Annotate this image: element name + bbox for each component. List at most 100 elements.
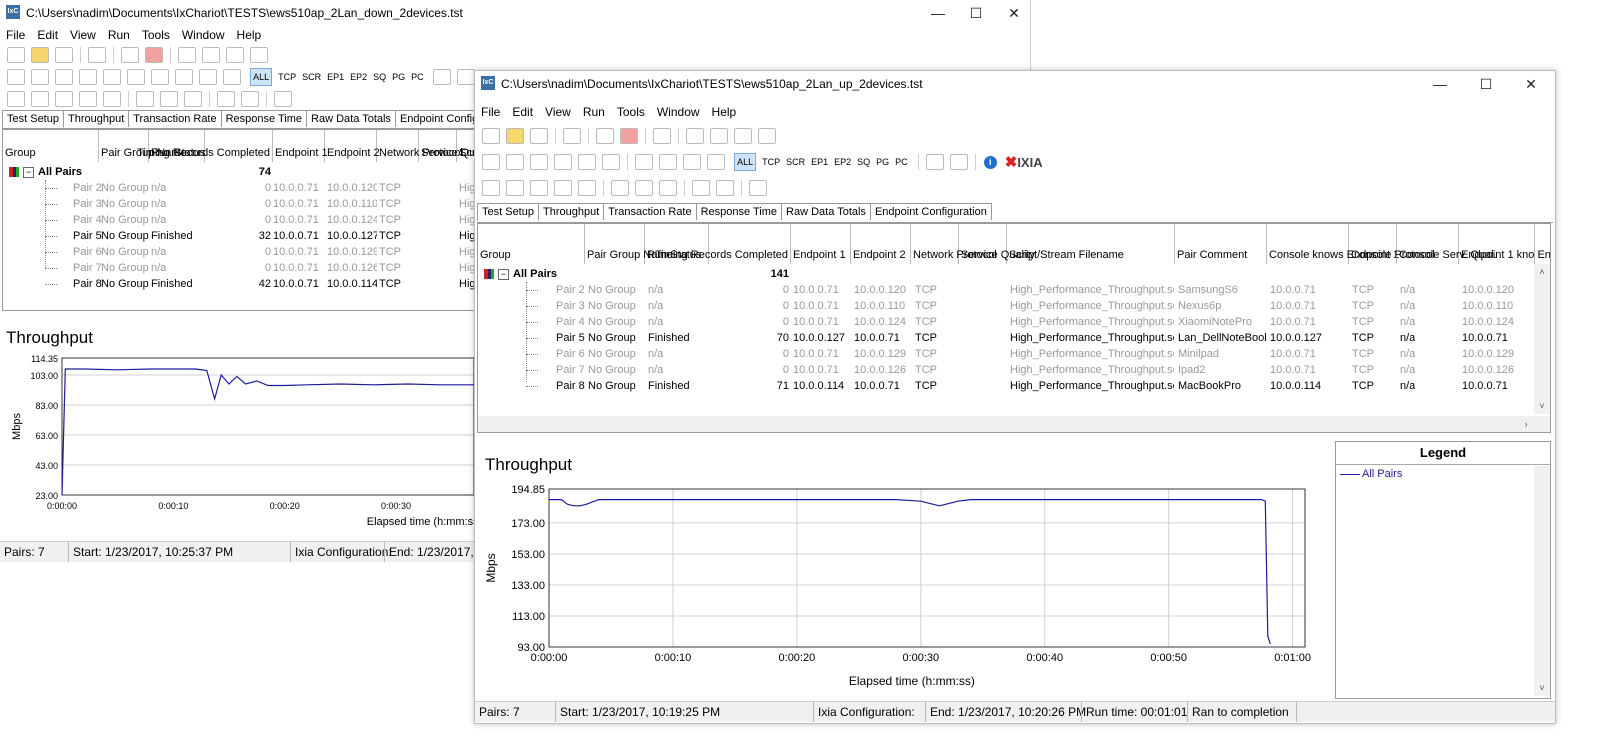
zoom-in-icon[interactable] — [692, 180, 710, 196]
filter-ep2[interactable]: EP2 — [350, 69, 367, 85]
hardware-icon[interactable] — [79, 69, 97, 85]
scroll-down-icon[interactable]: ˅ — [1534, 398, 1550, 414]
menu-window[interactable]: Window — [651, 103, 706, 121]
grid-horizontal-scrollbar[interactable]: › — [478, 416, 1550, 432]
table-row[interactable]: Pair 2 No Group n/a 0 10.0.0.71 10.0.0.120 TCP… — [478, 282, 1534, 298]
scroll-down-icon[interactable]: ˅ — [1534, 680, 1550, 696]
open-icon[interactable] — [31, 47, 49, 63]
filter-icon[interactable] — [199, 69, 217, 85]
run-icon[interactable] — [121, 47, 139, 63]
zoom-out-icon[interactable] — [716, 180, 734, 196]
collapse-icon[interactable] — [635, 180, 653, 196]
refresh-icon[interactable] — [432, 69, 451, 85]
tab-endpoint-configuration[interactable]: Endpoint Configuration — [869, 203, 992, 220]
table-row[interactable]: Pair 6 No Group n/a 0 10.0.0.71 10.0.0.129 TCP… — [478, 346, 1534, 362]
table-row[interactable]: Pair 4 No Group n/a 0 10.0.0.71 10.0.0.124 TCP… — [478, 314, 1534, 330]
col-script-filename[interactable]: Script/Stream Filename — [1007, 224, 1175, 264]
video-icon[interactable] — [602, 154, 620, 170]
chart-icon[interactable] — [578, 180, 596, 196]
scan-icon[interactable] — [175, 69, 193, 85]
table-row[interactable]: Pair 7 No Group n/a 0 10.0.0.71 10.0.0.126 TCP… — [3, 260, 475, 276]
table-row[interactable]: Pair 5 No Group Finished 70 10.0.0.127 10.0.0… — [478, 330, 1534, 346]
export-icon[interactable] — [456, 69, 475, 85]
ungroup-icon[interactable] — [506, 180, 524, 196]
col-pair-group-name[interactable]: Pair Group Name — [585, 224, 673, 264]
swap-icon[interactable] — [55, 91, 73, 107]
col-endpoint-1[interactable]: Endpoint 1 — [791, 224, 851, 264]
filter-ep2[interactable]: EP2 — [834, 154, 851, 170]
filter-sq[interactable]: SQ — [373, 69, 386, 85]
tab-throughput[interactable]: Throughput — [62, 110, 130, 127]
filter-all[interactable]: ALL — [734, 153, 757, 171]
edit-pair-icon[interactable] — [530, 154, 548, 170]
filter-pc[interactable]: PC — [411, 69, 424, 85]
col-endpoint-2[interactable]: Endpoint 2 — [851, 224, 911, 264]
filter-all[interactable]: ALL — [250, 68, 273, 86]
menu-view[interactable]: View — [64, 26, 102, 44]
menu-file[interactable]: File — [0, 26, 31, 44]
tab-transaction-rate[interactable]: Transaction Rate — [128, 110, 222, 127]
expand-icon[interactable] — [611, 180, 629, 196]
table-row[interactable]: Pair 4 No Group n/a 0 10.0.0.71 10.0.0.124 TCP… — [3, 212, 475, 228]
menu-help[interactable]: Help — [706, 103, 743, 121]
menu-run[interactable]: Run — [102, 26, 136, 44]
table-row[interactable]: Pair 3 No Group n/a 0 10.0.0.71 10.0.0.110 TCP… — [478, 298, 1534, 314]
tab-test-setup[interactable]: Test Setup — [477, 203, 539, 221]
table-row[interactable]: Pair 3 No Group n/a 0 10.0.0.71 10.0.0.110 TCP… — [3, 196, 475, 212]
col-timing-records[interactable]: Timing Records Completed — [655, 224, 791, 264]
print-icon[interactable] — [563, 128, 581, 144]
table-row[interactable]: Pair 8 No Group Finished 71 10.0.0.114 10.0.0… — [478, 378, 1534, 394]
report-icon[interactable] — [653, 128, 671, 144]
new-icon[interactable] — [7, 47, 25, 63]
filter-tcp[interactable]: TCP — [762, 154, 780, 170]
col-pair-comment[interactable]: Pair Comment — [1175, 224, 1267, 264]
hint-icon[interactable] — [707, 154, 725, 170]
close-icon[interactable]: ✕ — [994, 2, 1034, 24]
menu-window[interactable]: Window — [176, 26, 231, 44]
all-pairs-row[interactable]: − All Pairs 74 — [3, 164, 473, 180]
title-bar[interactable]: IxC C:\Users\nadim\Documents\IxChariot\T… — [475, 71, 1555, 97]
hint-icon[interactable] — [223, 69, 241, 85]
filter-pg[interactable]: PG — [392, 69, 405, 85]
col-console-serv-qual[interactable]: Console Serv. Qual. — [1397, 224, 1497, 264]
col-endpoint-1-knows-endpoint-2[interactable]: Endpoint 1 kno Endpoint 2 — [1459, 224, 1550, 264]
save-icon[interactable] — [55, 47, 73, 63]
table-row[interactable]: Pair 2 No Group n/a 0 10.0.0.71 10.0.0.120 TCP… — [3, 180, 475, 196]
script-icon[interactable] — [151, 69, 169, 85]
pair-icon[interactable] — [482, 154, 500, 170]
export-icon[interactable] — [949, 154, 968, 170]
group-icon[interactable] — [482, 180, 500, 196]
group-icon[interactable] — [7, 91, 25, 107]
network-icon[interactable] — [79, 91, 97, 107]
title-bar[interactable]: IxC C:\Users\nadim\Documents\IxChariot\T… — [0, 0, 1030, 26]
col-service-quality[interactable]: Service Quality — [959, 224, 1035, 264]
col-console-protocol[interactable]: Console Protocol — [1349, 224, 1435, 264]
tab-transaction-rate[interactable]: Transaction Rate — [603, 203, 697, 220]
multicast-icon[interactable] — [31, 69, 49, 85]
copy-icon[interactable] — [734, 128, 752, 144]
col-network-protocol[interactable]: Network Protocol — [377, 130, 463, 162]
tab-response-time[interactable]: Response Time — [220, 110, 308, 127]
paste-icon[interactable] — [250, 47, 268, 63]
col-endpoint-2[interactable]: Endpoint 2 — [325, 130, 380, 162]
legend-scrollbar[interactable]: ˅ — [1534, 466, 1550, 696]
filter-ep1[interactable]: EP1 — [811, 154, 828, 170]
minimize-icon[interactable]: — — [1420, 73, 1460, 95]
menu-view[interactable]: View — [539, 103, 577, 121]
select-icon[interactable] — [659, 180, 677, 196]
collapse-toggle-icon[interactable]: − — [498, 268, 509, 280]
collapse-icon[interactable] — [160, 91, 178, 107]
copy-icon[interactable] — [226, 47, 244, 63]
chart-icon[interactable] — [103, 91, 121, 107]
filter-scr[interactable]: SCR — [302, 69, 321, 85]
filter-tcp[interactable]: TCP — [278, 69, 296, 85]
print-icon[interactable] — [88, 47, 106, 63]
filter-sq[interactable]: SQ — [857, 154, 870, 170]
menu-edit[interactable]: Edit — [31, 26, 64, 44]
scroll-up-icon[interactable]: ˄ — [1534, 264, 1550, 280]
menu-tools[interactable]: Tools — [136, 26, 176, 44]
network-icon[interactable] — [554, 180, 572, 196]
menu-help[interactable]: Help — [231, 26, 268, 44]
add-pair-icon[interactable] — [686, 128, 704, 144]
tab-raw-data-totals[interactable]: Raw Data Totals — [781, 203, 871, 220]
